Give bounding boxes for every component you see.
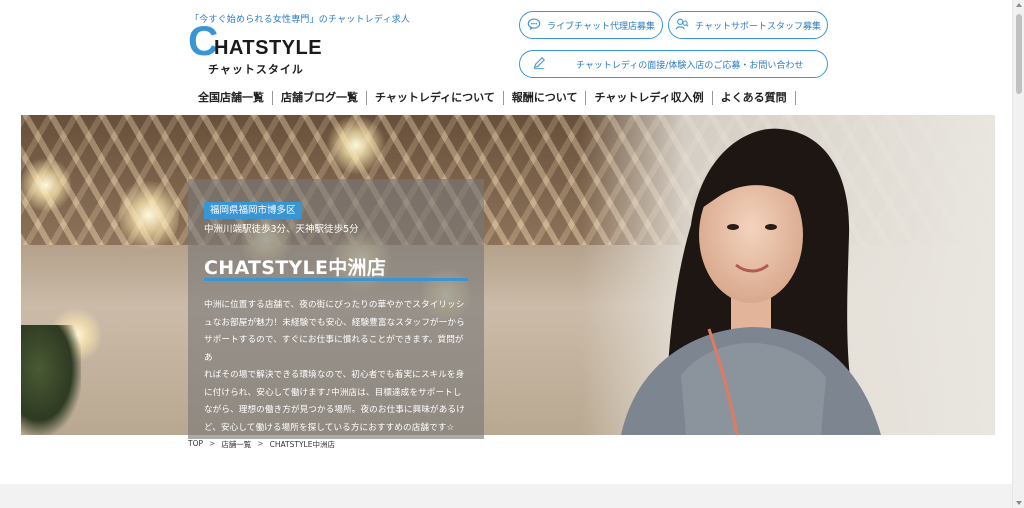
agency-recruit-button[interactable]: ライブチャット代理店募集 (519, 11, 663, 39)
breadcrumb-separator: > (257, 439, 264, 448)
ceiling-lamp (326, 115, 386, 175)
breadcrumb-top[interactable]: TOP (188, 439, 203, 450)
support-staff-recruit-label: チャットサポートスタッフ募集 (695, 21, 821, 32)
hero-plant (21, 325, 81, 435)
shop-name-underline (204, 278, 468, 281)
global-nav: 全国店舗一覧 店舗ブログ一覧 チャットレディについて 報酬について チャットレデ… (190, 88, 796, 108)
description-line: サポートするので、すぐにお仕事に慣れることができます。質問があ (204, 335, 464, 363)
contact-apply-label: チャットレディの面接/体験入店のご応募・お問い合わせ (576, 60, 804, 71)
shop-description: 中洲に位置する店舗で、夜の街にぴったりの華やかでスタイリッシ ュなお部屋が魅力！… (204, 297, 472, 437)
contact-apply-button[interactable]: チャットレディの面接/体験入店のご応募・お問い合わせ (519, 50, 828, 78)
shop-name-heading: CHATSTYLE中洲店 (204, 257, 387, 279)
area-badge: 福岡県福岡市博多区 (204, 202, 302, 219)
logo-kana: チャットスタイル (208, 63, 304, 76)
nav-item-faq[interactable]: よくある質問 (713, 91, 796, 105)
breadcrumb-current: CHATSTYLE中洲店 (269, 440, 335, 449)
scrollbar-thumb[interactable] (1016, 14, 1022, 94)
pencil-icon (532, 56, 546, 73)
description-line: ればその場で解決できる環境なので、初心者でも着実にスキルを身 (204, 370, 465, 380)
description-line: ど、安心して働ける場所を探している方におすすめの店舗です☆ (204, 422, 455, 433)
nav-item-reward[interactable]: 報酬について (504, 91, 587, 105)
agency-recruit-label: ライブチャット代理店募集 (547, 21, 655, 32)
chat-bubble-icon (527, 17, 541, 34)
description-line: ながら、理想の働き方が見つかる場所。夜のお仕事に興味があるけ (204, 405, 465, 415)
logo-wordmark: HATSTYLE (214, 37, 323, 59)
nav-item-about-chat-lady[interactable]: チャットレディについて (367, 91, 504, 105)
hero-image (21, 115, 995, 435)
section-band (0, 484, 1012, 508)
nav-item-income-examples[interactable]: チャットレディ収入例 (586, 91, 713, 105)
support-staff-icon (675, 17, 689, 34)
station-access: 中洲川端駅徒歩3分、天神駅徒歩5分 (204, 224, 359, 235)
hero-woman-photo (621, 128, 881, 435)
ceiling-lamp (119, 175, 179, 255)
description-line: 中洲に位置する店舗で、夜の街にぴったりの華やかでスタイリッシ (204, 300, 465, 310)
nav-item-store-blog[interactable]: 店舗ブログ一覧 (273, 91, 367, 105)
breadcrumb: TOP > 店舗一覧 > CHATSTYLE中洲店 (188, 439, 335, 450)
description-line: に付けられ、安心して働けます♪中洲店は、目標達成をサポートし (204, 387, 462, 398)
breadcrumb-store-list[interactable]: 店舗一覧 (221, 439, 251, 450)
nav-item-store-list[interactable]: 全国店舗一覧 (190, 91, 273, 105)
page-scrollbar[interactable] (1012, 0, 1024, 508)
site-logo[interactable]: C HATSTYLE チャットスタイル (188, 20, 328, 77)
ceiling-lamp (21, 155, 71, 215)
support-staff-recruit-button[interactable]: チャットサポートスタッフ募集 (668, 11, 828, 39)
scroll-down-arrow-icon[interactable] (1016, 501, 1022, 505)
description-line: ュなお部屋が魅力！未経験でも安心、経験豊富なスタッフが一から (204, 317, 465, 328)
scroll-up-arrow-icon[interactable] (1016, 3, 1022, 7)
breadcrumb-separator: > (209, 439, 216, 448)
